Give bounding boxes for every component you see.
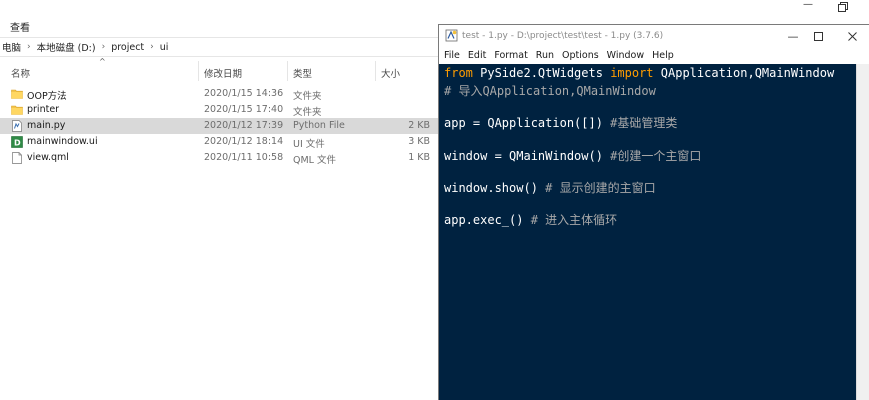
file-date: 2020/1/11 10:58 [204, 152, 284, 163]
file-row[interactable]: D mainwindow.ui 2020/1/12 18:14 UI 文件 3 … [0, 134, 438, 150]
breadcrumb-item-computer[interactable]: 电脑 [0, 40, 23, 54]
file-type: Python File [293, 120, 345, 131]
vertical-scrollbar[interactable] [856, 64, 869, 400]
file-name: main.py [27, 120, 66, 131]
minimize-button[interactable]: — [784, 28, 802, 44]
column-separator[interactable] [375, 61, 376, 81]
code-line-6: app.exec_() # 进入主体循环 [444, 211, 617, 228]
code-editor[interactable]: from PySide2.QtWidgets import QApplicati… [439, 64, 856, 400]
idle-logo-icon [445, 29, 458, 42]
column-separator[interactable] [287, 61, 288, 81]
maximize-button[interactable] [833, 0, 853, 14]
file-name: printer [27, 104, 60, 115]
file-name: view.qml [27, 152, 69, 163]
code-text: PySide2.QtWidgets [472, 66, 611, 80]
menu-format[interactable]: Format [494, 50, 527, 61]
menu-file[interactable]: File [444, 50, 460, 61]
file-type: 文件夹 [293, 91, 322, 102]
file-row[interactable]: OOP方法 2020/1/15 14:36 文件夹 [0, 86, 438, 102]
breadcrumb: 电脑 › 本地磁盘 (D:) › project › ui [0, 40, 171, 55]
file-type: UI 文件 [293, 139, 325, 150]
menu-view[interactable]: 查看 [10, 19, 30, 34]
menu-options[interactable]: Options [562, 50, 599, 61]
file-row[interactable]: view.qml 2020/1/11 10:58 QML 文件 1 KB [0, 150, 438, 166]
svg-text:D: D [14, 139, 21, 148]
file-size: 2 KB [408, 120, 430, 131]
code-comment: # 进入主体循环 [530, 213, 618, 227]
maximize-button[interactable] [809, 28, 827, 44]
chevron-right-icon[interactable]: › [23, 42, 35, 52]
code-text: window.show() [444, 181, 546, 195]
file-type: QML 文件 [293, 155, 336, 166]
file-size: 1 KB [408, 152, 430, 163]
menu-bar: File Edit Format Run Options Window Help [439, 47, 869, 64]
file-date: 2020/1/12 17:39 [204, 120, 284, 131]
restore-icon [838, 2, 848, 12]
code-line-4: window = QMainWindow() #创建一个主窗口 [444, 147, 701, 164]
code-comment: # 导入QApplication,QMainWindow [444, 84, 656, 98]
chevron-right-icon[interactable]: › [98, 42, 110, 52]
ui-file-icon: D [11, 136, 23, 148]
code-text: app.exec_() [444, 213, 531, 227]
code-text: app = QApplication([]) [444, 116, 611, 130]
code-text: window = QMainWindow() [444, 149, 611, 163]
minimize-button[interactable]: — [798, 0, 818, 14]
idle-editor-window: test - 1.py - D:\project\test\test - 1.p… [438, 24, 869, 400]
file-date: 2020/1/15 17:40 [204, 104, 284, 115]
column-header-name[interactable]: 名称 [11, 66, 30, 80]
file-type: 文件夹 [293, 107, 322, 118]
file-row[interactable]: printer 2020/1/15 17:40 文件夹 [0, 102, 438, 118]
code-comment: # 显示创建的主窗口 [545, 181, 656, 195]
maximize-icon [813, 31, 823, 41]
code-text: QApplication,QMainWindow [653, 66, 835, 80]
menu-edit[interactable]: Edit [468, 50, 486, 61]
document-icon [12, 152, 22, 164]
keyword: from [444, 66, 473, 80]
sort-ascending-icon: ^ [99, 57, 106, 66]
chevron-right-icon[interactable]: › [146, 42, 158, 52]
file-row-selected[interactable]: main.py 2020/1/12 17:39 Python File 2 KB [0, 118, 438, 134]
file-date: 2020/1/12 18:14 [204, 136, 284, 147]
code-line-3: app = QApplication([]) #基础管理类 [444, 114, 677, 131]
column-header-type[interactable]: 类型 [293, 66, 312, 80]
file-size: 3 KB [408, 136, 430, 147]
code-line-1: from PySide2.QtWidgets import QApplicati… [444, 66, 834, 80]
code-comment: #创建一个主窗口 [610, 149, 702, 163]
keyword: import [610, 66, 654, 80]
file-name: OOP方法 [27, 91, 67, 102]
title-bar[interactable]: test - 1.py - D:\project\test\test - 1.p… [439, 25, 869, 47]
window-title: test - 1.py - D:\project\test\test - 1.p… [462, 31, 664, 41]
breadcrumb-item-project[interactable]: project [109, 42, 146, 53]
divider [0, 37, 440, 38]
folder-icon [11, 105, 23, 115]
file-name: mainwindow.ui [27, 136, 98, 147]
close-icon [847, 31, 857, 41]
column-separator[interactable] [198, 61, 199, 81]
minimize-icon: — [787, 29, 799, 43]
close-button[interactable] [843, 28, 861, 44]
breadcrumb-item-drive[interactable]: 本地磁盘 (D:) [35, 40, 98, 54]
breadcrumb-item-ui[interactable]: ui [158, 42, 171, 53]
divider [0, 56, 440, 57]
column-header-size[interactable]: 大小 [381, 66, 400, 80]
file-date: 2020/1/15 14:36 [204, 88, 284, 99]
menu-help[interactable]: Help [652, 50, 674, 61]
column-header-date[interactable]: 修改日期 [204, 66, 242, 80]
code-line-2: # 导入QApplication,QMainWindow [444, 82, 656, 99]
code-line-5: window.show() # 显示创建的主窗口 [444, 179, 656, 196]
folder-icon [11, 89, 23, 99]
code-comment: #基础管理类 [610, 116, 678, 130]
python-file-icon [12, 120, 22, 132]
menu-run[interactable]: Run [536, 50, 554, 61]
menu-window[interactable]: Window [607, 50, 644, 61]
